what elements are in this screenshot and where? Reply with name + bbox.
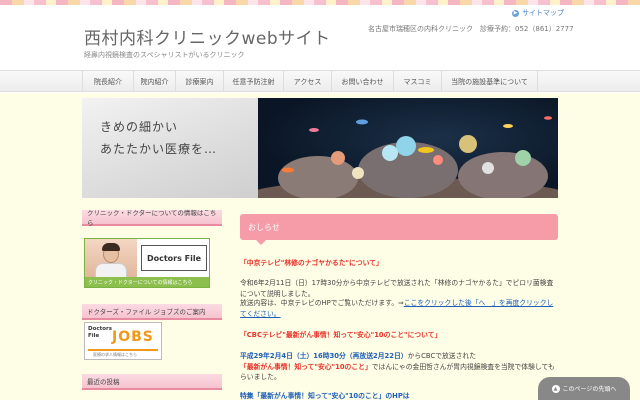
hero-banner: きめの細かい あたたかい医療を… — [82, 98, 558, 198]
top-stripe-decoration — [0, 0, 640, 5]
post-1-body: 令和6年2月11日（日）17時30分から中京テレビで放送された「林修のナゴヤかる… — [240, 279, 554, 298]
jobs-logo-line2: File — [88, 332, 100, 339]
sidebar: クリニック・ドクターについての情報はこちら — [82, 209, 222, 227]
jobs-caption: 医療の求人情報はこちら — [93, 352, 137, 357]
nav-item-vaccination[interactable]: 任意予防注射 — [224, 71, 284, 92]
doctors-file-logo: Doctors File — [141, 245, 207, 271]
nav-item-media[interactable]: マスコミ — [394, 71, 442, 92]
site-subtitle: 経鼻内視鏡検査のスペシャリストがいるクリニック — [84, 51, 245, 59]
hero-text-panel: きめの細かい あたたかい医療を… — [82, 98, 258, 198]
back-to-top-button[interactable]: ▲ このページの先頭へ — [538, 377, 630, 400]
jobs-logo-underline — [88, 349, 158, 351]
sidebar-recent-section: 最近の投稿 — [82, 374, 222, 390]
jobs-logo-small: Doctors File — [88, 326, 112, 339]
sidebar-heading-jobs: ドクターズ・ファイル ジョブズのご案内 — [82, 304, 222, 320]
nav-item-contact[interactable]: お問い合わせ — [332, 71, 394, 92]
post-2-date: 平成29年2月4日（土）16時30分（再放送2月22日） — [240, 352, 408, 360]
sitemap-link[interactable]: ▶ サイトマップ — [512, 8, 564, 18]
post-2-title: 「CBCテレビ"最新がん事情！知って"安心"10のこと"について」 — [240, 331, 442, 339]
sidebar-heading-recent-posts: 最近の投稿 — [82, 374, 222, 390]
post-3-title: 特集「最新がん事情！知って"安心"10のこと」のHPは — [240, 392, 410, 400]
nav-item-services[interactable]: 診療案内 — [176, 71, 224, 92]
hero-line-1: きめの細かい — [100, 120, 179, 134]
aquarium-illustration — [258, 116, 558, 198]
post-2-body-1: からCBCで放送された — [407, 352, 476, 360]
doctor-photo-hair — [102, 243, 120, 251]
back-to-top-label: このページの先頭へ — [562, 386, 617, 393]
post-1-title: 「中京テレビ"林修のナゴヤかるた"について」 — [240, 259, 383, 267]
doctors-file-banner[interactable]: Doctors File クリニック・ドクターについての情報はこちら — [84, 238, 210, 288]
sidebar-heading-doctor-info: クリニック・ドクターについての情報はこちら — [82, 209, 222, 227]
hero-line-2: あたたかい医療を… — [100, 142, 218, 156]
global-nav: 院長紹介 院内紹介 診療案内 任意予防注射 アクセス お問い合わせ マスコミ 当… — [0, 70, 640, 92]
jobs-logo-line1: Doctors — [88, 326, 112, 332]
site-title[interactable]: 西村内科クリニックwebサイト — [84, 24, 331, 49]
header-contact-info: 名古屋市瑞穂区の内科クリニック 診療予約：052（861）2777 — [368, 25, 574, 33]
post-2-quote: 「最新がん事情！知って"安心"10のこと」 — [240, 362, 372, 371]
jobs-logo-word: JOBS — [112, 329, 154, 345]
nav-item-access[interactable]: アクセス — [284, 71, 332, 92]
doctors-file-caption: クリニック・ドクターについての情報はこちら — [85, 277, 209, 287]
doctors-file-jobs-banner[interactable]: Doctors File JOBS 医療の求人情報はこちら — [84, 322, 162, 360]
aquarium-photo — [258, 98, 558, 198]
notice-heading: おしらせ — [240, 214, 558, 245]
post-1-body-2: 放送内容は、中京テレビのHPでご覧いただけます。⇒ここをクリックした後「へ 」を… — [240, 298, 558, 319]
sidebar-jobs-section: ドクターズ・ファイル ジョブズのご案内 — [82, 304, 222, 320]
nav-item-clinic[interactable]: 院内紹介 — [134, 71, 176, 92]
nav-item-director[interactable]: 院長紹介 — [82, 71, 134, 92]
nav-item-facility-standards[interactable]: 当院の施設基準について — [442, 71, 538, 92]
arrow-right-icon: ▶ — [512, 9, 519, 17]
post-1-body-2-text: 放送内容は、中京テレビのHPでご覧いただけます。⇒ — [240, 299, 404, 307]
doctor-photo — [85, 239, 137, 279]
arrow-up-icon: ▲ — [551, 384, 560, 393]
post-2-body: 平成29年2月4日（土）16時30分（再放送2月22日）からCBCで放送された … — [240, 351, 558, 383]
sitemap-label: サイトマップ — [522, 9, 564, 17]
